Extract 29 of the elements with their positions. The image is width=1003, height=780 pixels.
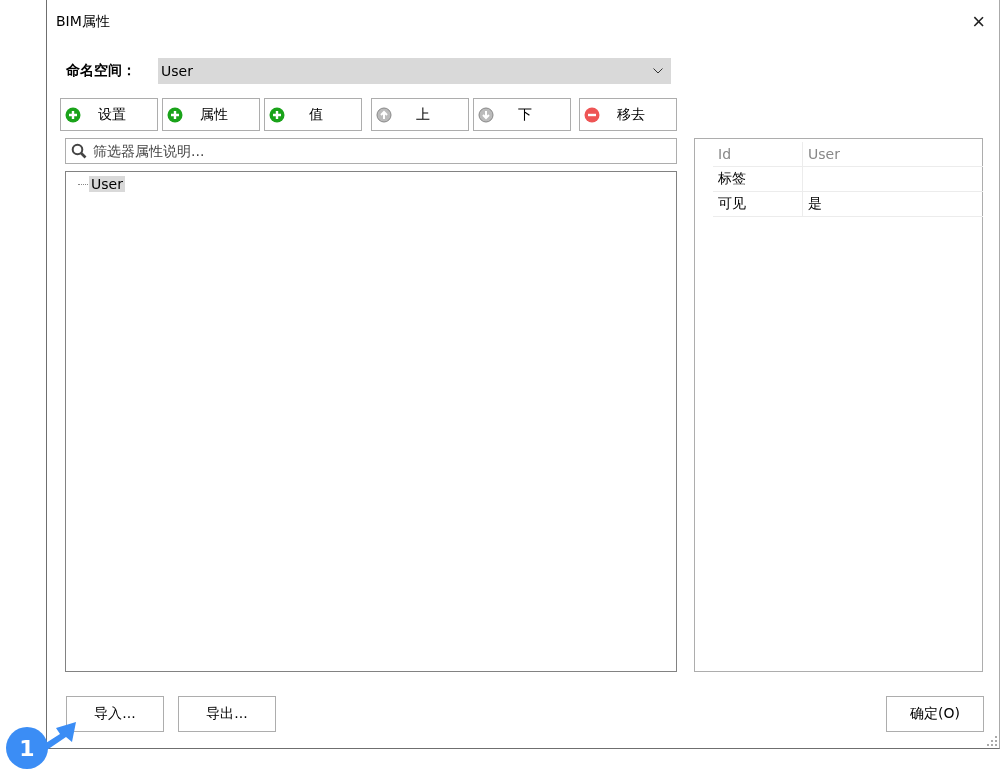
- plus-icon: [65, 106, 81, 123]
- search-field[interactable]: 筛选器属性说明...: [65, 138, 677, 164]
- arrow-down-icon: [478, 106, 494, 123]
- table-cell: 标签: [713, 166, 803, 192]
- ok-button[interactable]: 确定(O): [886, 696, 984, 732]
- dialog-button[interactable]: 导入...: [66, 696, 164, 732]
- namespace-label: 命名空间：: [66, 62, 137, 80]
- minus-icon: [584, 106, 600, 123]
- dialog-button[interactable]: 导出...: [178, 696, 276, 732]
- toolbar-button[interactable]: 设置: [60, 98, 158, 131]
- step-badge: 1: [6, 727, 48, 769]
- tree-item[interactable]: User: [89, 176, 125, 192]
- toolbar-button[interactable]: 移去: [579, 98, 677, 131]
- toolbar-button[interactable]: 属性: [162, 98, 260, 131]
- resize-grip-icon: [987, 736, 997, 746]
- window-title: BIM属性: [56, 13, 110, 31]
- column-header: Id: [713, 142, 803, 167]
- table-cell: 是: [802, 191, 983, 217]
- toolbar-button[interactable]: 上: [371, 98, 469, 131]
- column-header: User: [802, 142, 983, 167]
- toolbar-button[interactable]: 值: [264, 98, 362, 131]
- chevron-down-icon: [653, 68, 663, 74]
- plus-icon: [269, 106, 285, 123]
- arrow-up-icon: [376, 106, 392, 123]
- toolbar-button[interactable]: 下: [473, 98, 571, 131]
- plus-icon: [167, 106, 183, 123]
- table-cell: 可见: [713, 191, 803, 217]
- namespace-dropdown[interactable]: User: [158, 58, 671, 84]
- close-button[interactable]: ×: [968, 9, 989, 35]
